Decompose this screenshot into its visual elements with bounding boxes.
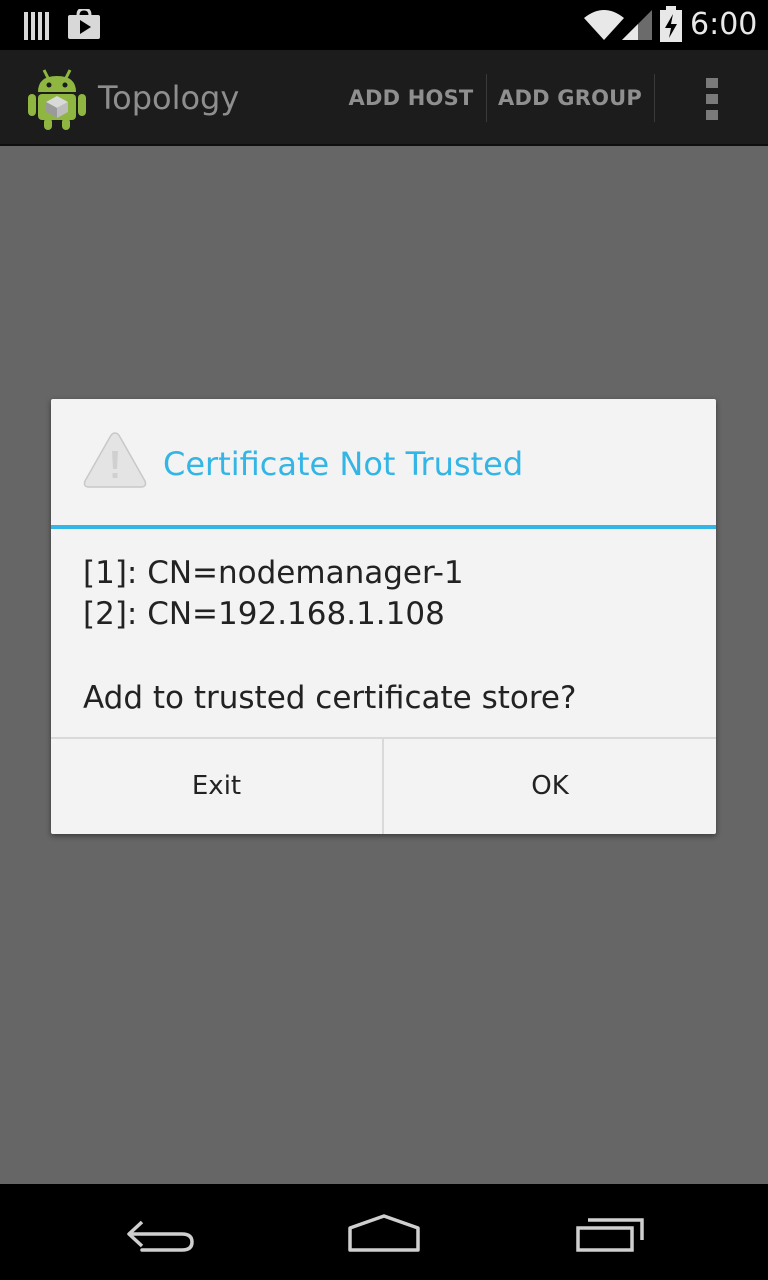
back-button[interactable] (80, 1184, 240, 1280)
android-robot-icon[interactable] (28, 66, 86, 130)
add-host-button[interactable]: ADD HOST (340, 50, 482, 146)
certificate-line-1: [1]: CN=nodemanager-1 (83, 555, 464, 591)
dialog-question: Add to trusted certificate store? (83, 680, 577, 716)
status-bar: 6:00 (0, 0, 768, 50)
ok-button[interactable]: OK (384, 739, 716, 834)
action-divider (486, 74, 487, 122)
dialog-title: Certificate Not Trusted (163, 445, 524, 483)
action-bar: Topology ADD HOST ADD GROUP (0, 50, 768, 146)
battery-charging-icon (660, 6, 682, 42)
status-time: 6:00 (690, 7, 758, 42)
overflow-menu-icon[interactable] (688, 50, 736, 146)
home-icon (348, 1214, 420, 1252)
warning-icon (83, 432, 147, 488)
back-icon (127, 1220, 194, 1252)
title-divider (51, 525, 716, 529)
add-group-button[interactable]: ADD GROUP (494, 50, 646, 146)
certificate-line-2: [2]: CN=192.168.1.108 (83, 596, 445, 632)
app-title: Topology (98, 79, 240, 117)
home-button[interactable] (304, 1184, 464, 1280)
wifi-icon (584, 10, 624, 40)
exit-button[interactable]: Exit (51, 739, 382, 834)
cell-signal-icon (622, 10, 652, 40)
recents-button[interactable] (530, 1184, 690, 1280)
certificate-dialog: Certificate Not Trusted [1]: CN=nodemana… (51, 399, 716, 834)
play-store-icon (68, 9, 100, 39)
recents-icon (576, 1218, 644, 1252)
action-divider (654, 74, 655, 122)
notification-bars-icon (24, 12, 49, 40)
navigation-bar (0, 1184, 768, 1280)
